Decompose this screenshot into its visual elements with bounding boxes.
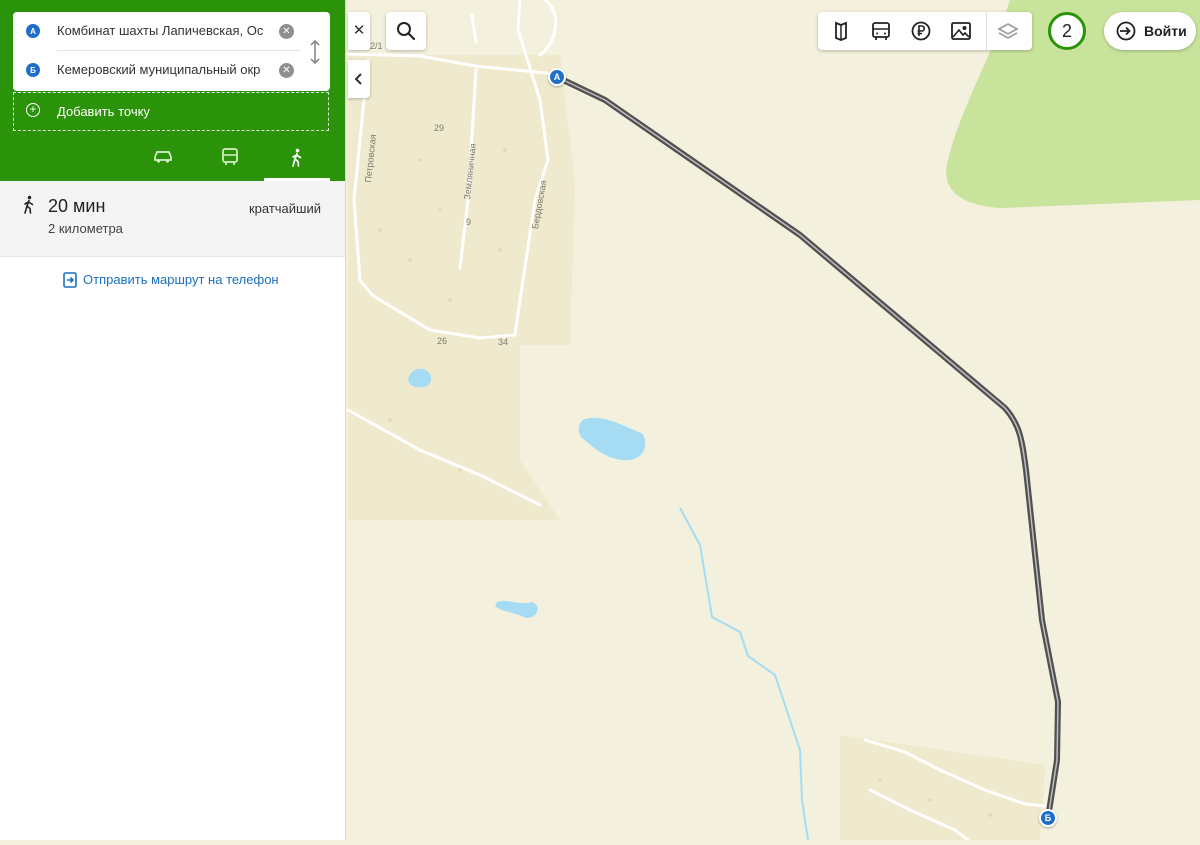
bus-icon <box>222 148 238 165</box>
map-toolbar <box>818 12 1032 50</box>
send-to-phone-icon <box>63 272 77 288</box>
transport-icon <box>872 22 890 40</box>
route-marker-a[interactable]: А <box>548 68 566 86</box>
swap-icon <box>310 39 320 65</box>
tab-transit[interactable] <box>197 139 263 181</box>
ruble-button[interactable] <box>900 12 940 50</box>
sights-icon <box>835 21 847 41</box>
clear-point-a-button[interactable]: ✕ <box>279 24 294 39</box>
walk-icon <box>24 195 34 214</box>
plus-icon: + <box>26 103 40 117</box>
layers-icon <box>997 23 1019 39</box>
close-panel-button[interactable]: ✕ <box>348 12 370 50</box>
route-points-card: А Комбинат шахты Лапичевская, Ос ✕ Б Кем… <box>13 12 330 91</box>
point-b-field[interactable]: Б Кемеровский муниципальный окр ✕ <box>13 51 330 89</box>
add-point-label: Добавить точку <box>57 104 150 119</box>
point-a-input[interactable]: Комбинат шахты Лапичевская, Ос <box>57 23 269 38</box>
add-point-button[interactable]: + Добавить точку <box>13 92 329 131</box>
walk-icon <box>292 148 302 167</box>
swap-points-button[interactable] <box>307 38 323 66</box>
tab-car[interactable] <box>130 139 196 181</box>
house-number: 2/1 <box>370 41 383 51</box>
point-a-field[interactable]: А Комбинат шахты Лапичевская, Ос ✕ <box>13 12 330 50</box>
house-number: 26 <box>437 336 448 346</box>
route-tag: кратчайший <box>248 201 321 216</box>
route-duration: 20 мин <box>48 196 106 216</box>
route-distance: 2 километра <box>48 221 123 236</box>
point-b-badge: Б <box>26 63 40 77</box>
route-marker-b[interactable]: Б <box>1039 809 1057 827</box>
point-b-input[interactable]: Кемеровский муниципальный окр <box>57 62 269 77</box>
search-button[interactable] <box>386 12 426 50</box>
login-button[interactable]: Войти <box>1104 12 1196 50</box>
chevron-left-icon <box>354 73 362 85</box>
tab-walk[interactable] <box>264 139 330 181</box>
counter-badge[interactable]: 2 <box>1048 12 1086 50</box>
route-header: А Комбинат шахты Лапичевская, Ос ✕ Б Кем… <box>0 0 345 181</box>
login-icon <box>1116 21 1136 41</box>
house-number: 34 <box>498 337 509 347</box>
clear-point-b-button[interactable]: ✕ <box>279 63 294 78</box>
route-result[interactable]: 20 мин 2 километра кратчайший <box>0 181 345 257</box>
send-route-label: Отправить маршрут на телефон <box>83 272 279 287</box>
point-a-badge: А <box>26 24 40 38</box>
route-panel: А Комбинат шахты Лапичевская, Ос ✕ Б Кем… <box>0 0 346 840</box>
house-number: 9 <box>466 217 472 227</box>
photo-icon <box>951 22 971 40</box>
search-icon <box>397 22 416 41</box>
transport-button[interactable] <box>860 12 900 50</box>
collapse-panel-button[interactable] <box>348 60 370 98</box>
sights-button[interactable] <box>820 12 860 50</box>
layers-button[interactable] <box>986 12 1027 50</box>
login-label: Войти <box>1144 23 1187 39</box>
ruble-icon <box>911 21 931 41</box>
house-number: 29 <box>434 123 445 133</box>
photo-button[interactable] <box>940 12 980 50</box>
car-icon <box>154 151 172 163</box>
